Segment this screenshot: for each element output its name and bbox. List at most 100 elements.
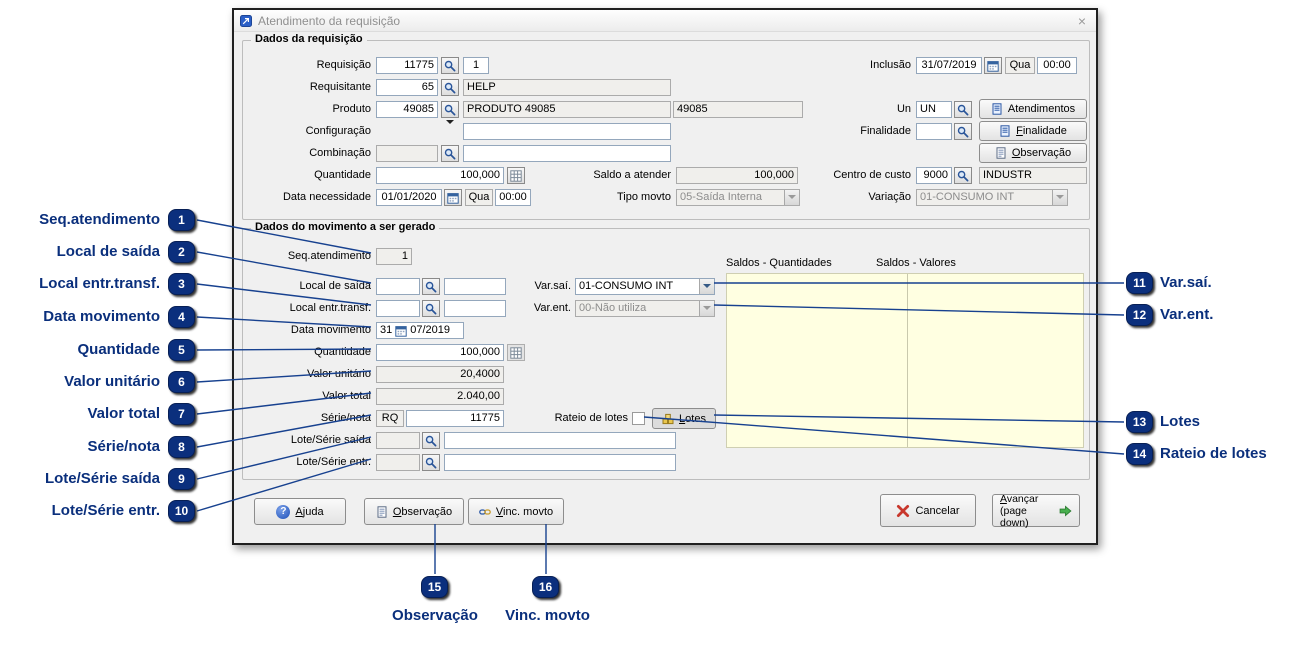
vinc-movto-button-label: Vinc. movto	[496, 506, 553, 518]
requisitante-search-button[interactable]	[441, 79, 459, 96]
callout-badge-3: 3	[168, 273, 195, 295]
finalidade-search-button[interactable]	[954, 123, 972, 140]
callout-label-rateio-de-lotes: Rateio de lotes	[1160, 443, 1267, 465]
finalidade-label: Finalidade	[801, 125, 911, 138]
lote-serie-entr-search-button[interactable]	[422, 454, 440, 471]
data-movimento-input[interactable]: 31 07/2019	[376, 322, 464, 339]
ajuda-button[interactable]: ? Ajuda	[254, 498, 346, 525]
calendar-icon[interactable]	[395, 325, 407, 337]
callout-label-lotes: Lotes	[1160, 411, 1200, 433]
chevron-down-icon	[784, 190, 799, 205]
valor-unitario-field: 20,4000	[376, 366, 504, 383]
local-de-saida-search-button[interactable]	[422, 278, 440, 295]
callout-badge-8: 8	[168, 436, 195, 458]
var-sai-select[interactable]: 01-CONSUMO INT	[575, 278, 715, 295]
variacao-select[interactable]: 01-CONSUMO INT	[916, 189, 1068, 206]
link-icon	[479, 506, 491, 518]
centro-de-custo-label: Centro de custo	[801, 169, 911, 182]
centro-de-custo-search-button[interactable]	[954, 167, 972, 184]
saldos-valores-header: Saldos - Valores	[876, 257, 1026, 270]
quantidade-req-calc-button[interactable]	[507, 167, 525, 184]
callout-badge-1: 1	[168, 209, 195, 231]
callout-badge-10: 10	[168, 500, 195, 522]
callout-badge-5: 5	[168, 339, 195, 361]
chevron-down-icon	[699, 279, 714, 294]
inclusao-time-input[interactable]: 00:00	[1037, 57, 1077, 74]
combinacao-search-button[interactable]	[441, 145, 459, 162]
data-necessidade-weekday-field: Qua	[465, 189, 493, 206]
atendimentos-button[interactable]: Atendimentos	[979, 99, 1087, 119]
caret-down-icon[interactable]	[446, 120, 454, 128]
produto-input[interactable]: 49085	[376, 101, 438, 118]
saldo-a-atender-label: Saldo a atender	[563, 169, 671, 182]
cancelar-button[interactable]: Cancelar	[880, 494, 976, 527]
produto-name-field: PRODUTO 49085	[463, 101, 671, 118]
document-icon	[999, 125, 1011, 137]
finalidade-input[interactable]	[916, 123, 952, 140]
saldos-panel	[726, 273, 1084, 448]
close-icon[interactable]: ×	[1074, 13, 1090, 29]
data-necessidade-label: Data necessidade	[243, 191, 371, 204]
un-input[interactable]: UN	[916, 101, 952, 118]
observacao-button-group1[interactable]: Observação	[979, 143, 1087, 163]
lote-serie-saida-search-button[interactable]	[422, 432, 440, 449]
combinacao-name-field	[463, 145, 671, 162]
combinacao-label: Combinação	[243, 147, 371, 160]
lote-serie-entr-name-field	[444, 454, 676, 471]
centro-de-custo-input[interactable]: 9000	[916, 167, 952, 184]
quantidade-mov-calc-button	[507, 344, 525, 361]
inclusao-weekday-field: Qua	[1005, 57, 1035, 74]
callout-label-lote-serie-saida: Lote/Série saída	[0, 468, 160, 490]
lote-serie-entr-input[interactable]	[376, 454, 420, 471]
data-necessidade-input[interactable]: 01/01/2020	[376, 189, 442, 206]
search-icon	[957, 104, 969, 116]
callout-label-local-de-saida: Local de saída	[0, 241, 160, 263]
lote-serie-entr-label: Lote/Série entr.	[243, 456, 371, 469]
callout-badge-16: 16	[532, 576, 559, 598]
quantidade-mov-input[interactable]: 100,000	[376, 344, 504, 361]
inclusao-calendar-button[interactable]	[984, 57, 1002, 74]
valor-unitario-label: Valor unitário	[243, 368, 371, 381]
var-sai-value: 01-CONSUMO INT	[579, 280, 673, 292]
requisicao-search-button[interactable]	[441, 57, 459, 74]
vinc-movto-button[interactable]: Vinc. movto	[468, 498, 564, 525]
produto-search-button[interactable]	[441, 101, 459, 118]
serie-field: RQ	[376, 410, 404, 427]
lotes-button[interactable]: Lotes	[652, 408, 716, 429]
requisicao-item-input[interactable]: 1	[463, 57, 489, 74]
callout-badge-4: 4	[168, 306, 195, 328]
local-entr-transf-input[interactable]	[376, 300, 420, 317]
finalidade-button[interactable]: Finalidade	[979, 121, 1087, 141]
grid-icon	[510, 170, 522, 182]
requisicao-label: Requisição	[243, 59, 371, 72]
quantidade-req-input[interactable]: 100,000	[376, 167, 504, 184]
quantidade-mov-label: Quantidade	[243, 346, 371, 359]
un-search-button[interactable]	[954, 101, 972, 118]
saldo-a-atender-field: 100,000	[676, 167, 798, 184]
observacao-button[interactable]: Observação	[364, 498, 464, 525]
data-necessidade-calendar-button[interactable]	[444, 189, 462, 206]
serie-nota-label: Série/nota	[243, 412, 371, 425]
callout-badge-7: 7	[168, 403, 195, 425]
requisicao-input[interactable]: 11775	[376, 57, 438, 74]
tipo-movto-select[interactable]: 05-Saída Interna	[676, 189, 800, 206]
inclusao-date-input[interactable]: 31/07/2019	[916, 57, 982, 74]
tipo-movto-value: 05-Saída Interna	[680, 191, 762, 203]
local-entr-transf-search-button[interactable]	[422, 300, 440, 317]
centro-de-custo-name-field: INDUSTR	[979, 167, 1087, 184]
configuracao-input[interactable]	[463, 123, 671, 140]
un-label: Un	[801, 103, 911, 116]
chevron-down-icon	[1052, 190, 1067, 205]
rateio-de-lotes-checkbox[interactable]	[632, 412, 645, 425]
requisitante-input[interactable]: 65	[376, 79, 438, 96]
calendar-icon	[987, 60, 999, 72]
lote-serie-saida-input[interactable]	[376, 432, 420, 449]
var-ent-select[interactable]: 00-Não utiliza	[575, 300, 715, 317]
callout-label-vinc-movto: Vinc. movto	[490, 605, 605, 627]
data-necessidade-time-input[interactable]: 00:00	[495, 189, 531, 206]
local-de-saida-input[interactable]	[376, 278, 420, 295]
combinacao-input[interactable]	[376, 145, 438, 162]
nota-input[interactable]: 11775	[406, 410, 504, 427]
variacao-label: Variação	[801, 191, 911, 204]
avancar-button[interactable]: Avançar (page down)	[992, 494, 1080, 527]
